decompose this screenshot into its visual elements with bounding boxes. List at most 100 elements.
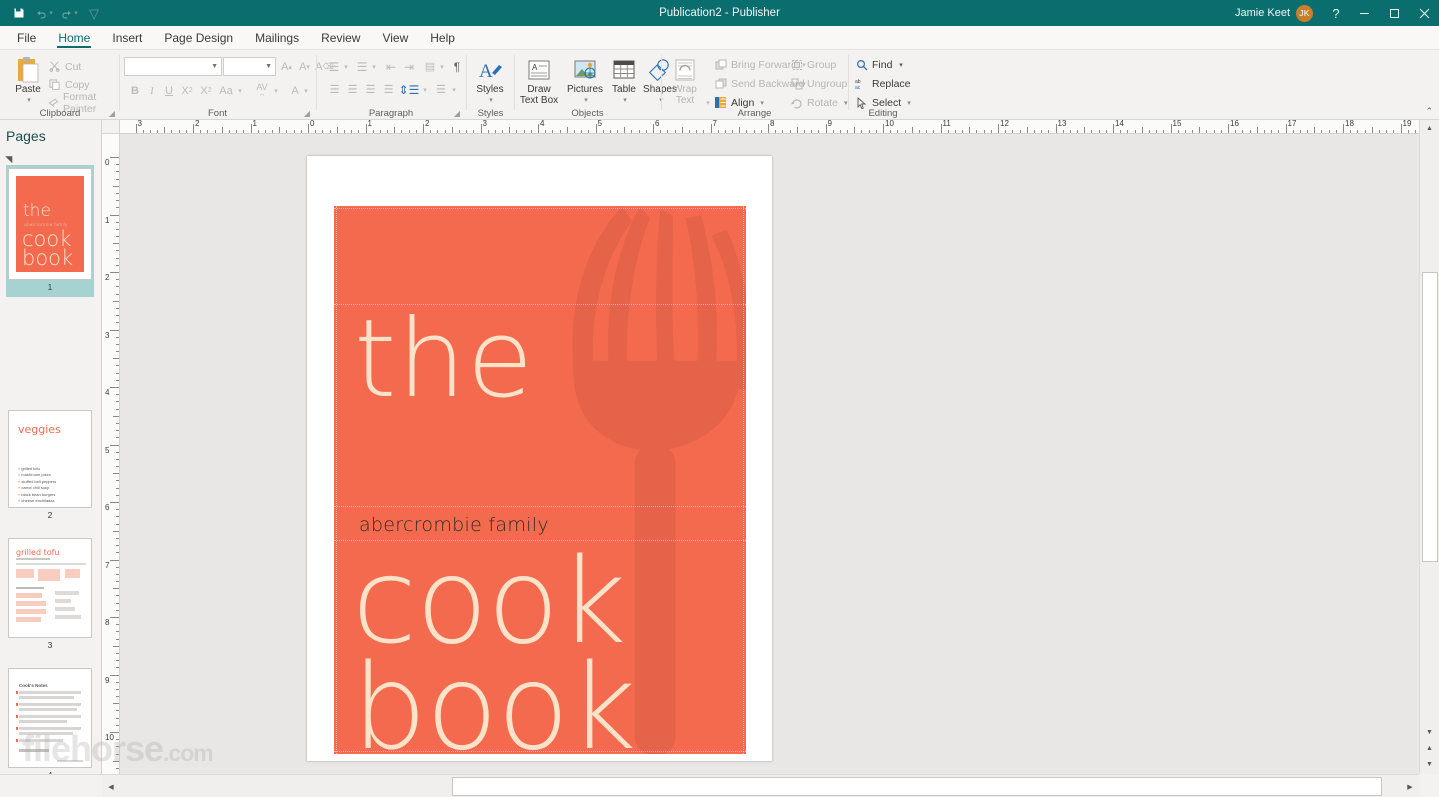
- align-center-button[interactable]: ☰: [344, 81, 361, 98]
- baseline-guides-button[interactable]: ☰: [433, 81, 449, 98]
- paragraph-dialog-launcher[interactable]: ◢: [454, 109, 460, 118]
- tab-home[interactable]: Home: [47, 29, 101, 49]
- align-right-button[interactable]: ☰: [362, 81, 379, 98]
- text-direction-caret-icon[interactable]: ▾: [438, 58, 446, 75]
- tab-review[interactable]: Review: [310, 29, 371, 49]
- horizontal-scroll-thumb[interactable]: [452, 777, 1382, 796]
- cover-artwork[interactable]: the abercrombie family cook book: [334, 206, 746, 754]
- ruler-tick: [1228, 124, 1229, 133]
- grow-font-button[interactable]: A ▴: [278, 58, 295, 75]
- font-color-caret-icon[interactable]: ▾: [302, 82, 310, 99]
- page-thumbnail-4[interactable]: Cook's Notes 4: [8, 668, 92, 780]
- line-spacing-caret-icon[interactable]: ▾: [421, 81, 429, 98]
- cover-title-the[interactable]: the: [354, 305, 534, 413]
- ruler-tick: [1113, 124, 1114, 133]
- bullets-button[interactable]: ☰: [326, 58, 342, 75]
- ruler-tick: [116, 746, 119, 748]
- undo-icon[interactable]: ▾: [33, 2, 55, 24]
- close-button[interactable]: [1409, 0, 1439, 26]
- ruler-tick: [193, 124, 194, 133]
- paste-caret-icon[interactable]: ▾: [27, 95, 31, 106]
- change-case-caret-icon[interactable]: ▾: [236, 82, 244, 99]
- collapse-pages-icon[interactable]: [5, 152, 16, 164]
- tab-mailings[interactable]: Mailings: [244, 29, 310, 49]
- page-sheet[interactable]: the abercrombie family cook book: [307, 156, 772, 761]
- ruler-tick-label: 10: [885, 120, 894, 128]
- clipboard-dialog-launcher[interactable]: ◢: [109, 109, 115, 118]
- tab-page-design[interactable]: Page Design: [153, 29, 244, 49]
- numbering-button[interactable]: ☰: [354, 58, 370, 75]
- font-size-combo[interactable]: ▼: [223, 57, 276, 76]
- show-marks-button[interactable]: ¶: [450, 58, 464, 75]
- help-button[interactable]: ?: [1323, 0, 1349, 26]
- bold-button[interactable]: B: [127, 82, 143, 99]
- pictures-button[interactable]: Pictures ▾: [563, 56, 607, 106]
- horizontal-ruler[interactable]: 3 2 1 0 1 2 3 4 5 6 7 8 9 10 11 12 13 14 15 16 17 18 19: [120, 120, 1419, 134]
- vertical-ruler[interactable]: 0 1 2 3 4 5 6 7 8 9 10: [102, 134, 120, 774]
- page-thumbnail-2[interactable]: veggies » grilled tofu » mushroom pizza …: [8, 410, 92, 520]
- find-button[interactable]: Find: [855, 56, 892, 73]
- vertical-scroll-thumb[interactable]: [1422, 272, 1438, 562]
- pictures-caret-icon[interactable]: ▾: [584, 95, 588, 106]
- rotate-caret-icon: ▾: [843, 99, 848, 107]
- baseline-caret-icon[interactable]: ▾: [450, 81, 458, 98]
- ruler-tick: [116, 178, 119, 180]
- decrease-indent-button[interactable]: ⇤: [383, 58, 399, 75]
- cover-title-book[interactable]: book: [352, 648, 637, 754]
- draw-text-box-button[interactable]: A Draw Text Box: [517, 56, 561, 106]
- document-canvas[interactable]: the abercrombie family cook book: [120, 134, 1419, 774]
- table-button[interactable]: Table ▾: [608, 56, 640, 106]
- align-left-button[interactable]: ☰: [326, 81, 343, 98]
- tab-help[interactable]: Help: [419, 29, 466, 49]
- customize-quick-access-icon[interactable]: ▽: [83, 2, 105, 24]
- next-page-icon[interactable]: ▼: [1420, 756, 1439, 772]
- font-dialog-launcher[interactable]: ◢: [304, 109, 310, 118]
- styles-button[interactable]: A Styles ▾: [467, 56, 513, 106]
- subscript-button[interactable]: X2: [178, 82, 196, 99]
- align-caret-icon[interactable]: ▾: [760, 99, 764, 107]
- maximize-button[interactable]: [1379, 0, 1409, 26]
- collapse-ribbon-button[interactable]: ⌃: [1425, 106, 1433, 117]
- font-color-button[interactable]: A: [288, 82, 302, 99]
- styles-caret-icon[interactable]: ▾: [489, 95, 493, 106]
- scroll-right-icon[interactable]: ▶: [1401, 776, 1419, 797]
- font-name-combo[interactable]: ▼: [124, 57, 222, 76]
- tab-view[interactable]: View: [371, 29, 419, 49]
- italic-button[interactable]: I: [144, 82, 160, 99]
- shrink-font-button[interactable]: A ▾: [296, 58, 313, 75]
- underline-button[interactable]: U: [161, 82, 177, 99]
- ruler-tick-label: 4: [540, 120, 545, 128]
- bullets-caret-icon[interactable]: ▾: [342, 58, 350, 75]
- text-direction-button[interactable]: ▤: [422, 58, 438, 75]
- character-spacing-caret-icon[interactable]: ▾: [272, 82, 280, 99]
- select-caret-icon[interactable]: ▾: [907, 99, 911, 107]
- change-case-button[interactable]: Aa: [216, 82, 236, 99]
- replace-button[interactable]: ab ac Replace: [855, 75, 911, 92]
- numbering-caret-icon[interactable]: ▾: [370, 58, 378, 75]
- character-spacing-button[interactable]: AV ↔: [251, 81, 273, 98]
- page-thumbnail-3[interactable]: grilled tofu 3: [8, 538, 92, 650]
- horizontal-scrollbar[interactable]: ◀ ▶: [102, 774, 1419, 797]
- superscript-button[interactable]: X2: [197, 82, 215, 99]
- ruler-tick: [1314, 127, 1316, 133]
- ruler-tick: [1148, 130, 1150, 133]
- scroll-down-icon[interactable]: ▼: [1420, 724, 1439, 740]
- tab-insert[interactable]: Insert: [101, 29, 153, 49]
- line-spacing-button[interactable]: ⇕☰: [399, 81, 420, 98]
- page-thumbnail-1[interactable]: the abercrombie family cook book 1: [6, 165, 94, 297]
- redo-icon[interactable]: ▾: [58, 2, 80, 24]
- justify-button[interactable]: ☰: [380, 81, 397, 98]
- table-caret-icon[interactable]: ▾: [623, 95, 627, 106]
- increase-indent-button[interactable]: ⇥: [401, 58, 417, 75]
- ruler-tick: [322, 130, 324, 133]
- paste-button[interactable]: Paste ▾: [5, 56, 51, 106]
- tab-file[interactable]: File: [6, 29, 47, 49]
- vertical-scrollbar[interactable]: ▲ ▼ ▲ ▼: [1419, 120, 1439, 774]
- save-icon[interactable]: [8, 2, 30, 24]
- scroll-left-icon[interactable]: ◀: [102, 776, 120, 797]
- find-caret-icon[interactable]: ▾: [897, 56, 905, 73]
- scroll-up-icon[interactable]: ▲: [1420, 120, 1439, 136]
- avatar[interactable]: JK: [1296, 4, 1313, 22]
- minimize-button[interactable]: [1349, 0, 1379, 26]
- previous-page-icon[interactable]: ▲: [1420, 740, 1439, 756]
